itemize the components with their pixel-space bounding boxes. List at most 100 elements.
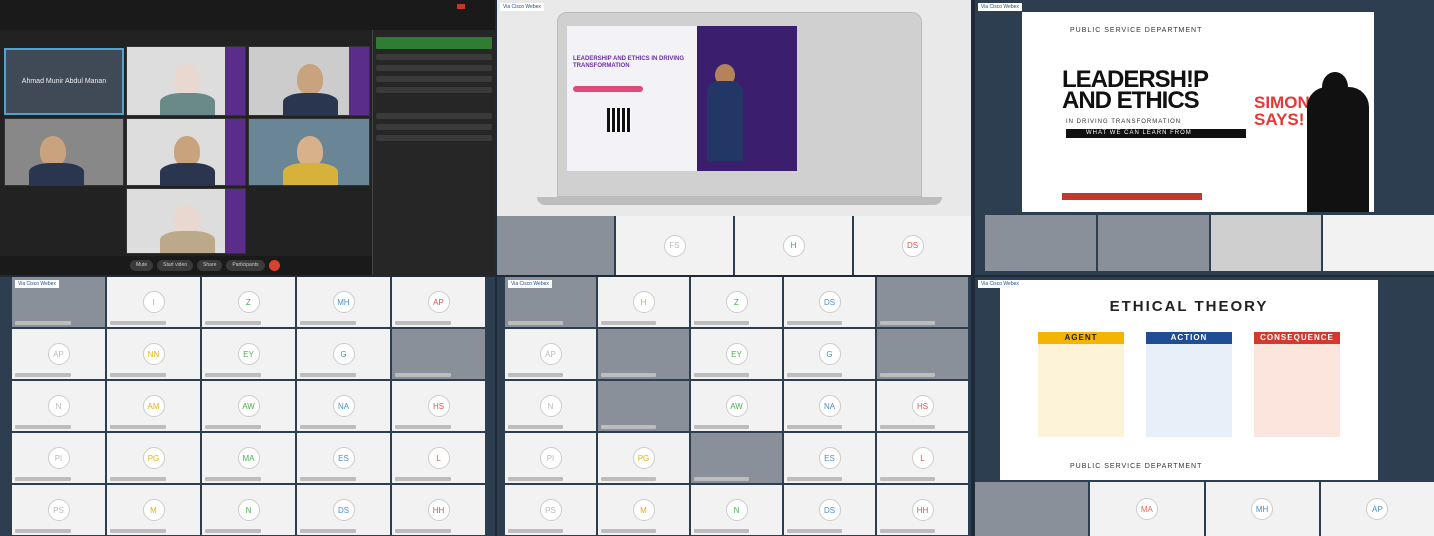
- participant-tile[interactable]: L: [877, 433, 968, 483]
- participant-avatar: MA: [237, 447, 260, 469]
- participant-tile[interactable]: H: [598, 277, 689, 327]
- participants-button[interactable]: Participants: [226, 260, 265, 271]
- participant-tile[interactable]: PI: [12, 433, 105, 483]
- participant-tile[interactable]: N: [691, 485, 782, 535]
- share-button[interactable]: Share: [197, 260, 223, 271]
- participant-tile[interactable]: HS: [392, 381, 485, 431]
- participant-avatar: AP: [427, 291, 450, 313]
- participant-tile[interactable]: N: [12, 381, 105, 431]
- participant-tile[interactable]: ES: [784, 433, 875, 483]
- participant-avatar: EY: [725, 343, 748, 365]
- slide-title: LEADERSH!P AND ETHICS: [1062, 66, 1209, 114]
- participant-tile[interactable]: N: [505, 381, 596, 431]
- participant-avatar: DS: [818, 291, 841, 313]
- participant-tile[interactable]: G: [297, 329, 390, 379]
- participant-tile[interactable]: DS: [784, 485, 875, 535]
- participant-tile[interactable]: [598, 381, 689, 431]
- participant-tile[interactable]: L: [392, 433, 485, 483]
- recording-badge: [457, 4, 465, 9]
- participant-avatar: DS: [901, 234, 924, 257]
- leave-button[interactable]: [268, 260, 280, 271]
- participant-tile[interactable]: [877, 277, 968, 327]
- participant-avatar: AM: [142, 395, 165, 417]
- slide-subtitle: IN DRIVING TRANSFORMATION: [1066, 119, 1182, 125]
- participant-video[interactable]: [497, 216, 614, 275]
- simon-says: SIMON SAYS!: [1254, 93, 1310, 129]
- participant-avatar: HH: [911, 499, 934, 521]
- participant-avatar: N: [47, 395, 70, 417]
- participant-tile[interactable]: NA: [297, 381, 390, 431]
- participant-tile[interactable]: DS: [297, 485, 390, 535]
- participant-video[interactable]: [126, 188, 246, 254]
- participant-tile[interactable]: [598, 329, 689, 379]
- webex-label: Via Cisco Webex: [978, 280, 1022, 288]
- participant-tile[interactable]: AP: [505, 329, 596, 379]
- participant-tile[interactable]: Via Cisco Webex: [12, 277, 105, 327]
- participant-tile[interactable]: MH: [297, 277, 390, 327]
- participant-avatar: HS: [427, 395, 450, 417]
- participant-avatar: H: [632, 291, 655, 313]
- participant-video[interactable]: [975, 482, 1089, 536]
- participant-tile[interactable]: [691, 433, 782, 483]
- poster-screen: LEADERSHIP AND ETHICS IN DRIVING TRANSFO…: [567, 26, 797, 171]
- participant-tile[interactable]: HS: [877, 381, 968, 431]
- participant-tile[interactable]: AW: [202, 381, 295, 431]
- participant-video[interactable]: [1323, 215, 1434, 271]
- participant-video[interactable]: [126, 46, 246, 116]
- participant-tile[interactable]: EY: [691, 329, 782, 379]
- participant-tile[interactable]: H: [735, 216, 852, 275]
- participant-avatar: DS: [818, 499, 841, 521]
- participant-tile[interactable]: PG: [107, 433, 200, 483]
- participant-tile[interactable]: HH: [392, 485, 485, 535]
- participant-tile[interactable]: PS: [505, 485, 596, 535]
- participant-avatar: PG: [142, 447, 165, 469]
- participant-video[interactable]: [4, 118, 124, 186]
- participant-tile[interactable]: I: [107, 277, 200, 327]
- participant-tile[interactable]: MH: [1205, 482, 1319, 536]
- participant-video[interactable]: [248, 118, 370, 186]
- participant-avatar: PI: [47, 447, 70, 469]
- participant-tile[interactable]: G: [784, 329, 875, 379]
- participant-avatar: Z: [237, 291, 260, 313]
- gallery-panel: Via Cisco Webex I Z MH AP AP NN EY G N AM AW NA HS PI P…: [0, 277, 495, 536]
- participant-video[interactable]: [1210, 215, 1322, 271]
- participant-tile[interactable]: MA: [1090, 482, 1204, 536]
- participant-video[interactable]: [248, 46, 370, 116]
- participant-tile[interactable]: Z: [691, 277, 782, 327]
- participant-avatar: I: [142, 291, 165, 313]
- participant-video[interactable]: [1097, 215, 1209, 271]
- participant-tile[interactable]: NA: [784, 381, 875, 431]
- participant-tile[interactable]: M: [107, 485, 200, 535]
- video-button[interactable]: Start video: [157, 260, 194, 271]
- participant-tile[interactable]: HH: [877, 485, 968, 535]
- participant-tile[interactable]: PI: [505, 433, 596, 483]
- participant-tile[interactable]: MA: [202, 433, 295, 483]
- participant-tile[interactable]: PG: [598, 433, 689, 483]
- title-slide: PUBLIC SERVICE DEPARTMENT LEADERSH!P AND …: [1022, 12, 1374, 212]
- participant-grid: Via Cisco Webex H Z DS AP EY G N AW NA HS PI PG ES L PS…: [505, 277, 968, 535]
- participant-avatar: NA: [818, 395, 841, 417]
- participant-tile[interactable]: M: [598, 485, 689, 535]
- participant-tile[interactable]: PS: [12, 485, 105, 535]
- participant-avatar: M: [632, 499, 655, 521]
- participant-video[interactable]: [985, 215, 1096, 271]
- participant-tile[interactable]: DS: [854, 216, 971, 275]
- participant-tile[interactable]: NN: [107, 329, 200, 379]
- participant-video[interactable]: [126, 118, 246, 186]
- participant-tile[interactable]: Z: [202, 277, 295, 327]
- participant-tile[interactable]: AM: [107, 381, 200, 431]
- participant-tile[interactable]: AP: [392, 277, 485, 327]
- participant-tile[interactable]: AW: [691, 381, 782, 431]
- participant-tile[interactable]: AP: [1320, 482, 1434, 536]
- participant-tile[interactable]: [877, 329, 968, 379]
- participant-tile[interactable]: N: [202, 485, 295, 535]
- participant-tile[interactable]: EY: [202, 329, 295, 379]
- participant-tile[interactable]: Via Cisco Webex: [505, 277, 596, 327]
- participant-tile[interactable]: AP: [12, 329, 105, 379]
- participant-tile[interactable]: [392, 329, 485, 379]
- mute-button[interactable]: Mute: [130, 260, 154, 271]
- presenter-tile[interactable]: Ahmad Munir Abdul Manan: [4, 48, 124, 115]
- participant-tile[interactable]: DS: [784, 277, 875, 327]
- participant-tile[interactable]: FS: [616, 216, 733, 275]
- participant-tile[interactable]: ES: [297, 433, 390, 483]
